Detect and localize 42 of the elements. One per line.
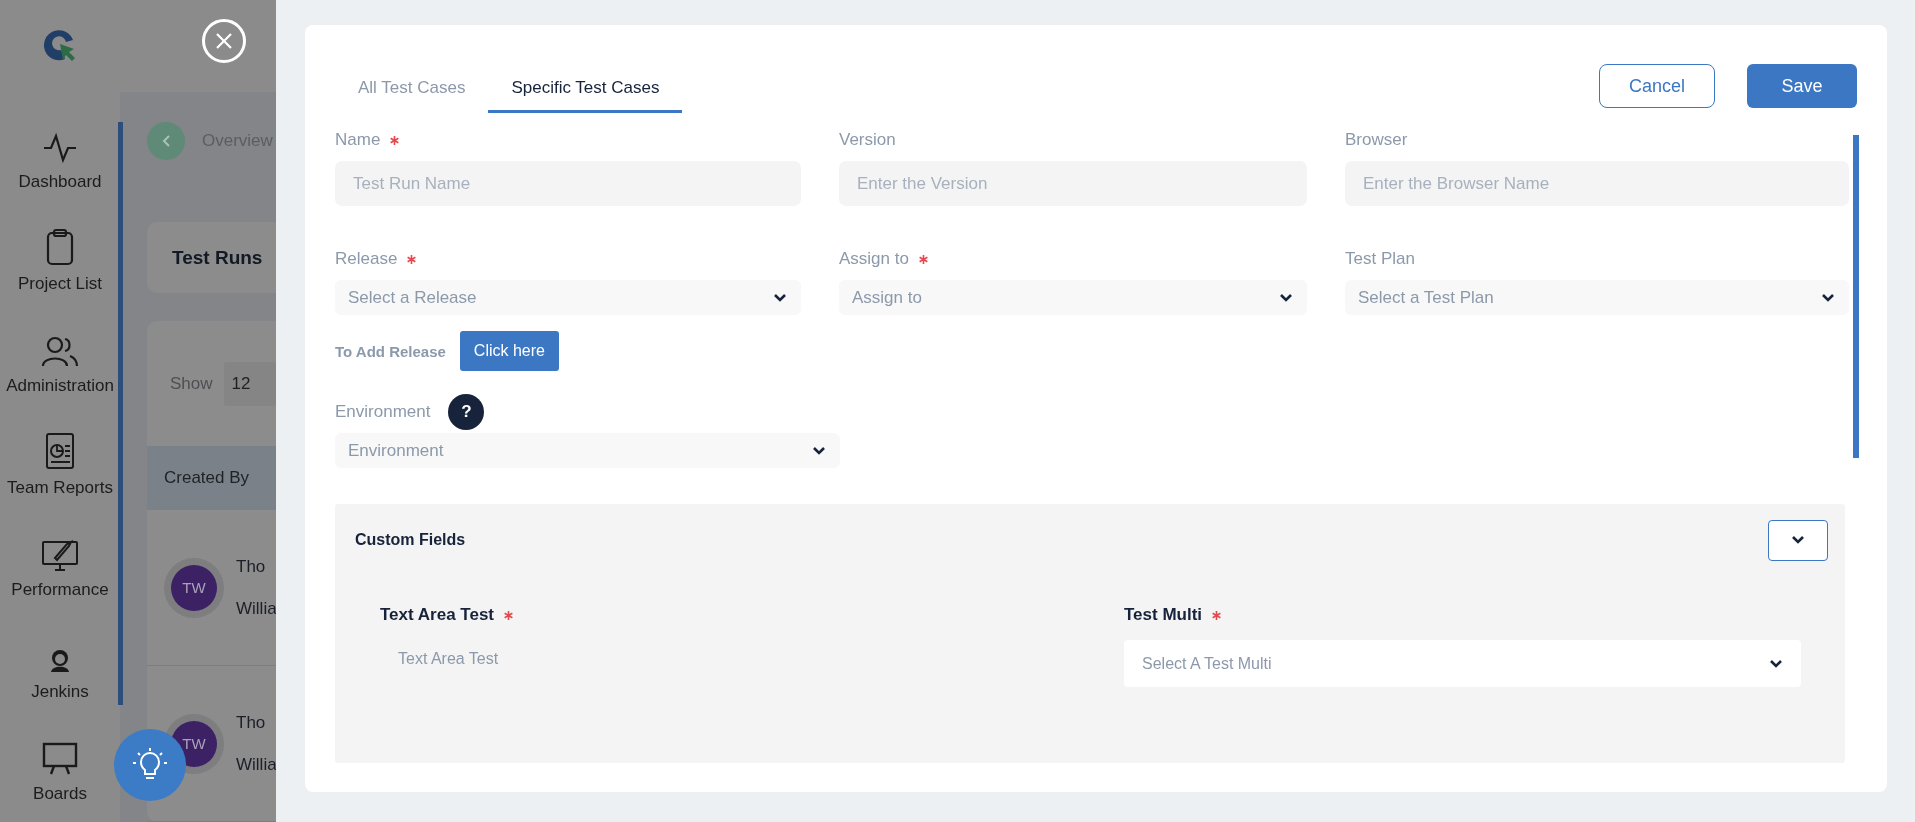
field-label: Test Plan [1345, 249, 1415, 269]
sidebar-item[interactable]: Administration [6, 376, 114, 396]
field-label: Test Multi [1124, 605, 1203, 625]
field-label: Release [335, 249, 398, 269]
dropdown-field[interactable]: Environment [335, 433, 840, 468]
field-label: Environment [335, 402, 431, 422]
field-label: Text Area Test [380, 605, 494, 625]
click-here-button[interactable]: Click here [459, 331, 559, 371]
table-cell-text: Tho [236, 556, 267, 577]
dropdown-field[interactable]: Select A Test Multi [1124, 640, 1801, 687]
page-title: Test Runs [172, 246, 263, 269]
tab[interactable]: All Test Cases [335, 68, 489, 113]
sidebar-item[interactable]: Boards [33, 784, 87, 804]
dropdown-field[interactable]: Assign to [839, 280, 1307, 315]
table-cell-text: Tho [236, 712, 267, 733]
tab[interactable]: Specific Test Cases [488, 68, 683, 113]
field-label: Assign to [839, 249, 909, 269]
section-title: Custom Fields [355, 531, 466, 549]
field-label: Name [335, 130, 381, 150]
column-header: Created By [147, 446, 276, 510]
table-cell: Willia [236, 598, 276, 619]
text-field[interactable]: Test Run Name [335, 161, 801, 206]
field-label: Version [839, 130, 896, 150]
sidebar-item[interactable]: Jenkins [31, 682, 89, 702]
sidebar-item[interactable]: Team Reports [7, 478, 113, 498]
sidebar-item[interactable]: Dashboard [18, 172, 102, 192]
table-cell: Willia [236, 754, 276, 775]
text-field[interactable]: Enter the Browser Name [1345, 161, 1849, 206]
sidebar-item[interactable]: Performance [11, 580, 109, 600]
add-release-text: To Add Release [335, 342, 446, 360]
text-field[interactable]: Enter the Version [839, 161, 1307, 206]
dropdown-field[interactable]: Select a Release [335, 280, 801, 315]
dropdown-field[interactable]: Select a Test Plan [1345, 280, 1849, 315]
field-label: Browser [1345, 130, 1408, 150]
cancel-button[interactable]: Cancel [1599, 64, 1715, 108]
sidebar-item[interactable]: Project List [17, 274, 103, 294]
help-button[interactable]: ? [448, 394, 485, 430]
avatar-initials: TW [171, 564, 217, 611]
save-button[interactable]: Save [1747, 64, 1857, 108]
page-size-field[interactable]: 12 [223, 361, 276, 406]
show-label: Show [170, 373, 213, 394]
text-area-field[interactable]: Text Area Test [380, 640, 776, 708]
